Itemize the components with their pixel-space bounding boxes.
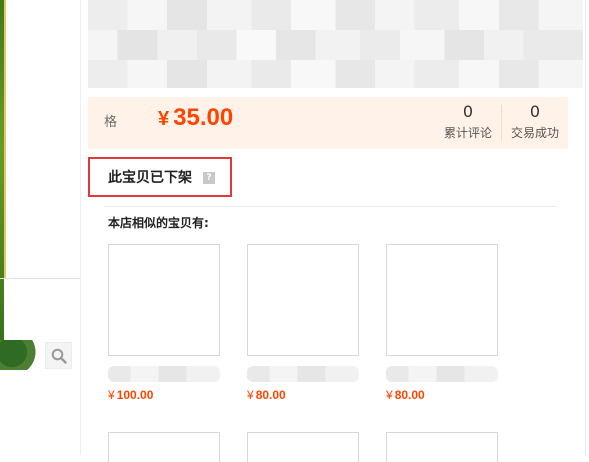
column-divider [80,0,81,455]
magnifier-icon [51,348,67,364]
price-amount: 80.00 [394,388,425,402]
gallery-divider [0,278,80,279]
section-divider [104,206,557,207]
zoom-button[interactable] [45,342,72,369]
image-gallery [0,0,80,455]
price-amount: 80.00 [255,388,286,402]
stat-sales[interactable]: 0 交易成功 [505,102,565,141]
similar-item-image[interactable] [386,244,498,356]
currency-symbol: ¥ [386,388,393,402]
similar-item-price: ¥100.00 [108,388,220,402]
price-panel: 格 ¥35.00 0 累计评论 0 交易成功 [88,97,568,149]
stat-reviews-label: 累计评论 [443,126,492,140]
stat-divider [501,105,502,141]
similar-items-heading: 本店相似的宝贝有: [108,216,209,230]
similar-item-image[interactable] [386,432,498,462]
similar-item[interactable]: ¥80.00 [247,244,359,402]
similar-item-image[interactable] [108,432,220,462]
similar-item[interactable]: ¥80.00 [386,244,498,402]
stat-reviews[interactable]: 0 累计评论 [438,102,498,141]
similar-item[interactable]: ¥100.00 [108,244,220,402]
similar-item-image[interactable] [108,244,220,356]
main-image-accent [4,0,6,278]
currency-symbol: ¥ [247,388,254,402]
similar-item-image[interactable] [247,432,359,462]
similar-item-title-redacted[interactable] [108,366,220,382]
price-value: ¥35.00 [158,104,233,132]
stat-reviews-count: 0 [462,102,474,121]
removed-notice-text: 此宝贝已下架 [108,170,192,186]
currency-symbol: ¥ [108,388,115,402]
price-label: 格 [104,115,118,130]
product-title-redacted [88,0,583,88]
similar-item-title-redacted[interactable] [386,366,498,382]
removed-notice: 此宝贝已下架 ? [88,157,232,197]
stat-sales-count: 0 [529,102,541,121]
similar-item-price: ¥80.00 [247,388,359,402]
panel-border [585,0,586,455]
question-mark-icon[interactable]: ? [203,172,215,184]
currency-symbol: ¥ [158,108,170,130]
price-amount: 35.00 [173,104,234,131]
price-amount: 100.00 [116,388,154,402]
stat-sales-label: 交易成功 [510,126,559,140]
gallery-thumbnail[interactable] [0,340,40,370]
similar-item-title-redacted[interactable] [247,366,359,382]
similar-item-image[interactable] [247,244,359,356]
similar-item-price: ¥80.00 [386,388,498,402]
